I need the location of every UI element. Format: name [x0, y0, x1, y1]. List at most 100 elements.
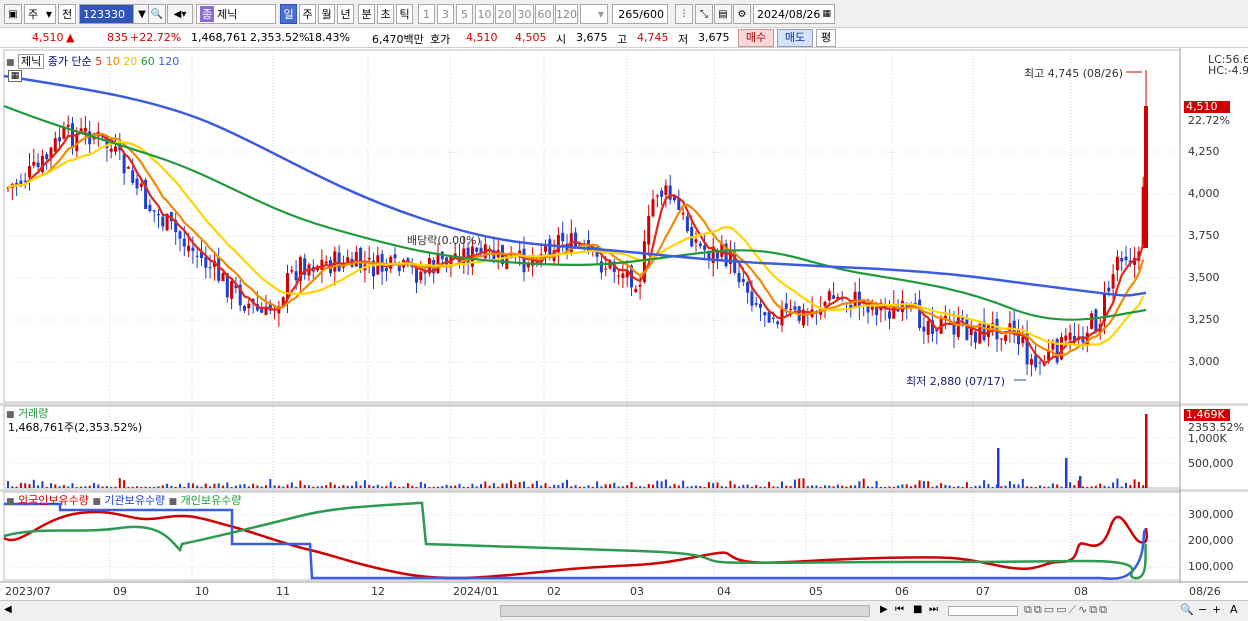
zoom-icon[interactable]: 🔍 [1180, 603, 1194, 616]
tab-day[interactable]: 일 [280, 4, 297, 24]
candle-body [114, 146, 117, 152]
zoom-slider[interactable] [948, 606, 1018, 616]
volume-bar [690, 486, 693, 488]
volume-bar [1094, 485, 1097, 488]
volume-bar [200, 486, 203, 488]
volume-bar [467, 486, 470, 488]
volume-bar [677, 485, 680, 488]
legend-ma-name[interactable]: 종가 단순 [48, 55, 92, 68]
candle-body [191, 247, 195, 251]
chart-scrollbar[interactable]: ◀ ▶ ⏮ ■ ⏭ ⧉⧉▭▭⟋∿⧉⧉ 🔍 − + A [0, 600, 1248, 621]
gear-icon[interactable]: ⚙ [733, 4, 751, 24]
candle-body [926, 321, 930, 335]
legend-foreign[interactable]: 외국인보유수량 [18, 494, 89, 507]
interval-custom-select[interactable]: ▼ [580, 4, 608, 24]
sell-button[interactable]: 매도 [777, 29, 813, 47]
font-size-icon[interactable]: A [1230, 603, 1238, 616]
interval-1[interactable]: 1 [418, 4, 435, 24]
candle-body [832, 295, 836, 299]
last-page-icon[interactable]: ⏭ [929, 604, 938, 615]
candle-body [746, 282, 750, 293]
chart-canvas[interactable] [0, 48, 1248, 603]
legend-stock-name[interactable]: 제닉 [18, 54, 45, 69]
legend-ma5: 5 [95, 55, 103, 68]
evaluate-button[interactable]: 평 [816, 29, 836, 47]
zoom-in-icon[interactable]: + [1212, 603, 1221, 616]
tab-week[interactable]: 주 [299, 4, 316, 24]
view-mode-icons[interactable]: ⧉⧉▭▭⟋∿⧉⧉ [1024, 603, 1109, 617]
interval-20[interactable]: 20 [495, 4, 514, 24]
volume-bar [578, 486, 581, 488]
prev-button[interactable]: 전 [58, 4, 76, 24]
candle-body [956, 316, 960, 337]
volume-bar [329, 482, 332, 488]
save-icon[interactable]: ▤ [714, 4, 732, 24]
candle-body [522, 248, 526, 273]
tab-month[interactable]: 월 [318, 4, 335, 24]
tab-minute[interactable]: 분 [358, 4, 375, 24]
trade-amount: 6,470백만 [372, 33, 424, 46]
volume-bar [828, 485, 831, 488]
count-current: 265 [618, 7, 640, 21]
volume-bar [389, 481, 392, 488]
volume-bar [1043, 486, 1046, 488]
candle-body [221, 273, 225, 282]
zoom-out-icon[interactable]: − [1198, 603, 1207, 616]
buy-button[interactable]: 매수 [738, 29, 774, 47]
volume-bar [634, 486, 637, 488]
volume-bar [475, 486, 478, 488]
volume-bar [157, 486, 160, 488]
stock-code-input[interactable]: 123330 [79, 4, 135, 24]
candle-body [647, 215, 651, 245]
stop-icon[interactable]: ■ [913, 604, 922, 615]
candle-body [1120, 257, 1124, 262]
scroll-right-icon[interactable]: ▶ [880, 604, 888, 615]
volume-bar [647, 483, 650, 488]
interval-120[interactable]: 120 [555, 4, 578, 24]
stock-name-field[interactable]: 종 제닉 [196, 4, 276, 24]
table-toggle-icon[interactable]: ▦ [8, 70, 22, 82]
volume-bar [1090, 486, 1093, 488]
interval-5[interactable]: 5 [456, 4, 473, 24]
volume-bar [815, 485, 818, 488]
period-type-select[interactable]: 주 ▼ [24, 4, 56, 24]
interval-10[interactable]: 10 [475, 4, 494, 24]
volume-bar [131, 486, 134, 488]
x-tick: 08/26 [1189, 585, 1221, 598]
candle-body [599, 261, 603, 273]
draw-tool-icon[interactable]: ⤡ [695, 4, 713, 24]
volume-bar [1107, 486, 1110, 488]
tab-year[interactable]: 년 [337, 4, 354, 24]
tab-tick[interactable]: 틱 [396, 4, 413, 24]
interval-30[interactable]: 30 [515, 4, 534, 24]
volume-bar [639, 486, 642, 488]
count-field[interactable]: 265/600 [612, 4, 668, 24]
legend-institution[interactable]: 기관보유수량 [104, 494, 165, 507]
scroll-left-icon[interactable]: ◀ [4, 604, 12, 615]
volume-bar [793, 479, 796, 488]
volume-bar [953, 486, 955, 488]
volume-bar [656, 480, 659, 488]
interval-3[interactable]: 3 [437, 4, 454, 24]
volume-bar [892, 486, 895, 488]
search-icon[interactable]: 🔍 [148, 4, 166, 24]
volume-bar [1047, 486, 1050, 488]
tab-second[interactable]: 초 [377, 4, 394, 24]
legend-individual[interactable]: 개인보유수량 [181, 494, 242, 507]
volume-bar [1129, 484, 1132, 488]
candle-body [337, 252, 341, 272]
first-page-icon[interactable]: ⏮ [895, 604, 904, 615]
candle-settings-icon[interactable]: ⫶ [675, 4, 693, 24]
scroll-thumb[interactable] [500, 605, 870, 617]
chart-area[interactable]: ■ 제닉 종가 단순 5 10 20 60 120 ▦ LC:56.60 HC:… [0, 48, 1248, 603]
volume-bar [1079, 476, 1082, 488]
interval-60[interactable]: 60 [535, 4, 554, 24]
volume-bar [394, 486, 396, 488]
volume-bar [80, 486, 83, 488]
volume-bar [265, 485, 267, 488]
date-field[interactable]: 2024/08/26 ▦ [753, 4, 835, 24]
volume-bar [613, 482, 616, 488]
nav-arrows-icon[interactable]: ◀▾ [167, 4, 193, 24]
volume-bar [965, 482, 968, 488]
layout-icon[interactable]: ▣ [4, 4, 22, 24]
